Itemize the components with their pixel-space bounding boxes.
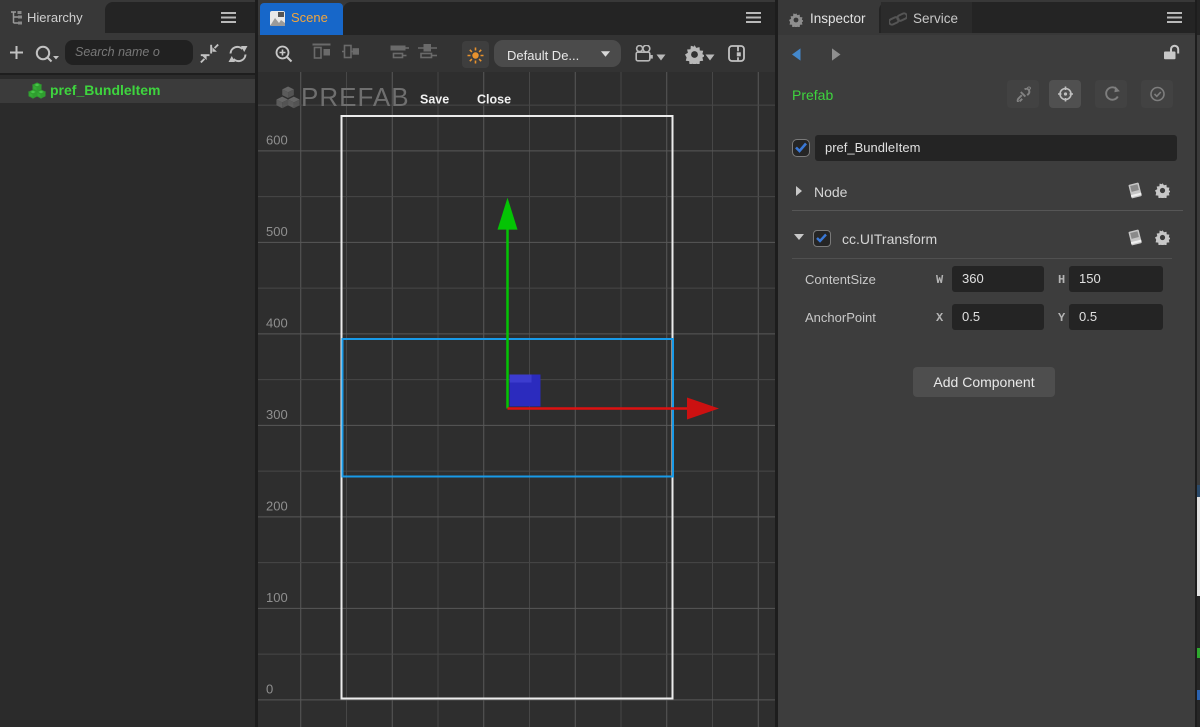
svg-text:200: 200 xyxy=(266,499,288,514)
svg-text:600: 600 xyxy=(266,133,288,148)
svg-text:0: 0 xyxy=(266,682,273,697)
svg-text:300: 300 xyxy=(266,407,288,422)
svg-text:400: 400 xyxy=(266,316,288,331)
svg-text:PREFAB: PREFAB xyxy=(301,82,410,112)
svg-text:100: 100 xyxy=(266,590,288,605)
svg-text:Save: Save xyxy=(420,93,449,107)
svg-text:?: ? xyxy=(1027,86,1032,95)
svg-text:Close: Close xyxy=(477,93,511,107)
svg-text:500: 500 xyxy=(266,224,288,239)
